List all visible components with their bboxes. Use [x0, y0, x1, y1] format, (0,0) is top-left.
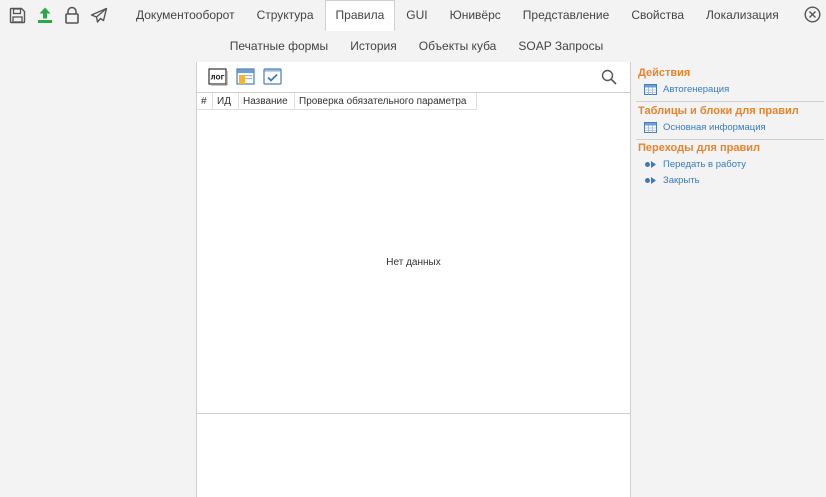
tab-documents[interactable]: Документооборот — [125, 0, 246, 31]
table-icon[interactable] — [236, 68, 256, 86]
subtab-soap-requests[interactable]: SOAP Запросы — [507, 31, 614, 61]
section-title-actions: Действия — [638, 67, 691, 79]
panel-splitter[interactable] — [197, 413, 630, 414]
search-icon[interactable] — [601, 69, 617, 85]
sub-tabs: Печатные формы История Объекты куба SOAP… — [0, 31, 826, 61]
column-header-name[interactable]: Название — [239, 93, 295, 110]
empty-state-text: Нет данных — [386, 257, 441, 268]
section-divider — [636, 101, 824, 102]
tab-structure[interactable]: Структура — [246, 0, 325, 31]
save-icon[interactable] — [4, 5, 31, 25]
quick-toolbar — [4, 5, 112, 25]
grid-icon — [644, 84, 657, 95]
tab-localization[interactable]: Локализация — [695, 0, 790, 31]
arrow-icon — [644, 159, 657, 170]
link-label: Основная информация — [663, 122, 766, 133]
rules-toolbar: ЛОГ — [197, 62, 630, 93]
link-label: Передать в работу — [663, 159, 747, 170]
link-label: Закрыть — [663, 175, 700, 186]
table-header: # ИД Название Проверка обязательного пар… — [197, 93, 477, 110]
log-icon[interactable]: ЛОГ — [208, 68, 228, 86]
tab-universe[interactable]: Юнивёрс — [439, 0, 512, 31]
column-header-number[interactable]: # — [197, 93, 213, 110]
section-divider — [636, 139, 824, 140]
link-close[interactable]: Закрыть — [644, 174, 700, 187]
tab-rules[interactable]: Правила — [324, 0, 396, 31]
link-autogeneration[interactable]: Автогенерация — [644, 83, 729, 96]
check-icon[interactable] — [263, 68, 283, 86]
column-header-required-check[interactable]: Проверка обязательного параметра — [295, 93, 477, 110]
close-icon[interactable] — [804, 6, 821, 23]
column-header-id[interactable]: ИД — [213, 93, 239, 110]
lock-icon[interactable] — [58, 5, 85, 25]
link-main-info[interactable]: Основная информация — [644, 121, 766, 134]
tab-representation[interactable]: Представление — [512, 0, 621, 31]
section-title-transitions: Переходы для правил — [638, 142, 761, 154]
rules-panel: ЛОГ # ИД Название Проверка обязательного… — [196, 62, 631, 497]
link-label: Автогенерация — [663, 84, 730, 95]
left-panel — [0, 62, 196, 497]
subtab-history[interactable]: История — [339, 31, 408, 61]
upload-icon[interactable] — [31, 5, 58, 25]
section-title-tables-blocks: Таблицы и блоки для правил — [638, 105, 799, 117]
tab-properties[interactable]: Свойства — [620, 0, 695, 31]
link-send-to-work[interactable]: Передать в работу — [644, 158, 746, 171]
grid-icon — [644, 122, 657, 133]
actions-sidebar: Действия Автогенерация Таблицы и блоки д… — [632, 62, 826, 497]
tab-gui[interactable]: GUI — [395, 0, 438, 31]
log-label: ЛОГ — [211, 75, 225, 82]
subtab-print-forms[interactable]: Печатные формы — [219, 31, 339, 61]
top-bar: Документооборот Структура Правила GUI Юн… — [0, 0, 826, 61]
send-icon[interactable] — [85, 5, 112, 25]
main-tabs: Документооборот Структура Правила GUI Юн… — [125, 0, 790, 31]
arrow-icon — [644, 175, 657, 186]
subtab-cube-objects[interactable]: Объекты куба — [408, 31, 508, 61]
